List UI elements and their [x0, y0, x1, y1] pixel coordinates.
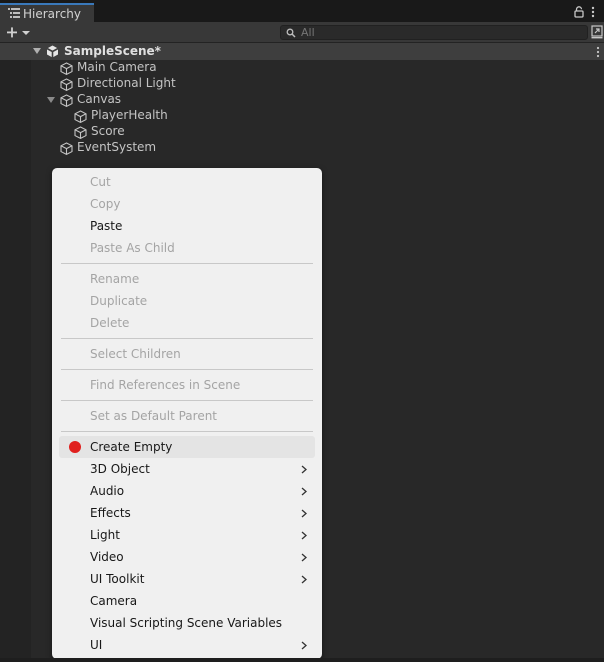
- menu-item-label: Delete: [90, 316, 130, 330]
- chevron-right-icon: [301, 575, 307, 584]
- tree-item-score[interactable]: Score: [74, 124, 374, 140]
- search-icon: [286, 28, 296, 38]
- add-object-button[interactable]: [4, 24, 34, 41]
- unity-scene-icon: [46, 45, 59, 58]
- hierarchy-gutter: [0, 43, 31, 662]
- menu-item-delete: Delete: [59, 312, 315, 334]
- menu-item-paste-as-child: Paste As Child: [59, 237, 315, 259]
- menu-item-label: Rename: [90, 272, 140, 286]
- tree-item-eventsystem[interactable]: EventSystem: [60, 140, 360, 156]
- window-tab-bar: Hierarchy: [0, 0, 604, 22]
- menu-item-ui-toolkit[interactable]: UI Toolkit: [59, 568, 315, 590]
- tree-item-main-camera[interactable]: Main Camera: [60, 60, 360, 76]
- menu-item-label: UI Toolkit: [90, 572, 145, 586]
- tree-item-label: Directional Light: [77, 76, 176, 90]
- menu-item-label: Select Children: [90, 347, 181, 361]
- chevron-right-icon: [301, 553, 307, 562]
- menu-item-label: Audio: [90, 484, 125, 498]
- scene-visibility-icon[interactable]: [591, 25, 603, 39]
- menu-item-label: Copy: [90, 197, 121, 211]
- scene-row[interactable]: SampleScene*: [0, 43, 604, 60]
- menu-item-label: Cut: [90, 175, 111, 189]
- gameobject-icon: [74, 126, 87, 139]
- menu-item-label: 3D Object: [90, 462, 150, 476]
- chevron-right-icon: [301, 465, 307, 474]
- tree-item-label: EventSystem: [77, 140, 157, 154]
- gameobject-icon: [74, 110, 87, 123]
- lock-icon[interactable]: [574, 6, 584, 18]
- menu-separator: [61, 338, 313, 339]
- menu-item-visual-scripting-scene-variables[interactable]: Visual Scripting Scene Variables: [59, 612, 315, 634]
- tree-item-label: Main Camera: [77, 60, 157, 74]
- menu-separator: [61, 400, 313, 401]
- context-menu: Cut Copy Paste Paste As Child Rename Dup…: [52, 168, 322, 659]
- more-options-icon[interactable]: [591, 6, 595, 18]
- menu-item-camera[interactable]: Camera: [59, 590, 315, 612]
- menu-item-3d-object[interactable]: 3D Object: [59, 458, 315, 480]
- menu-item-select-children: Select Children: [59, 343, 315, 365]
- gameobject-icon: [60, 94, 73, 107]
- chevron-right-icon: [301, 641, 307, 650]
- menu-item-effects[interactable]: Effects: [59, 502, 315, 524]
- foldout-expanded-icon[interactable]: [33, 48, 41, 54]
- gameobject-icon: [60, 78, 73, 91]
- menu-item-label: Find References in Scene: [90, 378, 241, 392]
- menu-item-label: Paste As Child: [90, 241, 175, 255]
- tree-item-label: Canvas: [77, 92, 122, 106]
- gameobject-icon: [60, 62, 73, 75]
- chevron-right-icon: [301, 487, 307, 496]
- menu-item-ui[interactable]: UI: [59, 634, 315, 656]
- chevron-right-icon: [301, 509, 307, 518]
- menu-item-cut: Cut: [59, 171, 315, 193]
- menu-item-rename: Rename: [59, 268, 315, 290]
- tree-item-label: Score: [91, 124, 125, 138]
- menu-item-label: Paste: [90, 219, 123, 233]
- menu-item-video[interactable]: Video: [59, 546, 315, 568]
- menu-separator: [61, 369, 313, 370]
- tab-label: Hierarchy: [23, 7, 82, 21]
- menu-item-label: Visual Scripting Scene Variables: [90, 616, 283, 630]
- menu-item-label: Create Empty: [90, 440, 173, 454]
- record-dot-icon: [69, 441, 81, 453]
- tree-item-playerhealth[interactable]: PlayerHealth: [74, 108, 374, 124]
- foldout-expanded-icon[interactable]: [47, 97, 55, 103]
- menu-item-label: Duplicate: [90, 294, 148, 308]
- scene-name: SampleScene*: [64, 44, 161, 58]
- menu-item-label: UI: [90, 638, 103, 652]
- gameobject-icon: [60, 142, 73, 155]
- menu-item-create-empty[interactable]: Create Empty: [59, 436, 315, 458]
- menu-item-copy: Copy: [59, 193, 315, 215]
- hierarchy-toolbar: [0, 22, 604, 43]
- search-field[interactable]: [280, 25, 588, 40]
- menu-separator: [61, 431, 313, 432]
- menu-item-label: Video: [90, 550, 124, 564]
- menu-item-label: Effects: [90, 506, 131, 520]
- scene-more-options-icon[interactable]: [596, 46, 600, 58]
- menu-item-light[interactable]: Light: [59, 524, 315, 546]
- tree-item-canvas[interactable]: Canvas: [46, 92, 346, 108]
- chevron-right-icon: [301, 531, 307, 540]
- menu-item-audio[interactable]: Audio: [59, 480, 315, 502]
- menu-item-label: Camera: [90, 594, 138, 608]
- menu-item-find-references: Find References in Scene: [59, 374, 315, 396]
- menu-item-paste[interactable]: Paste: [59, 215, 315, 237]
- tree-item-directional-light[interactable]: Directional Light: [60, 76, 360, 92]
- search-input[interactable]: [301, 26, 581, 39]
- menu-item-set-default-parent: Set as Default Parent: [59, 405, 315, 427]
- menu-item-label: Set as Default Parent: [90, 409, 218, 423]
- bottom-border: [0, 658, 604, 662]
- menu-item-label: Light: [90, 528, 120, 542]
- menu-item-duplicate: Duplicate: [59, 290, 315, 312]
- hierarchy-tab[interactable]: Hierarchy: [0, 3, 94, 22]
- tree-item-label: PlayerHealth: [91, 108, 168, 122]
- list-icon: [8, 8, 20, 18]
- menu-separator: [61, 263, 313, 264]
